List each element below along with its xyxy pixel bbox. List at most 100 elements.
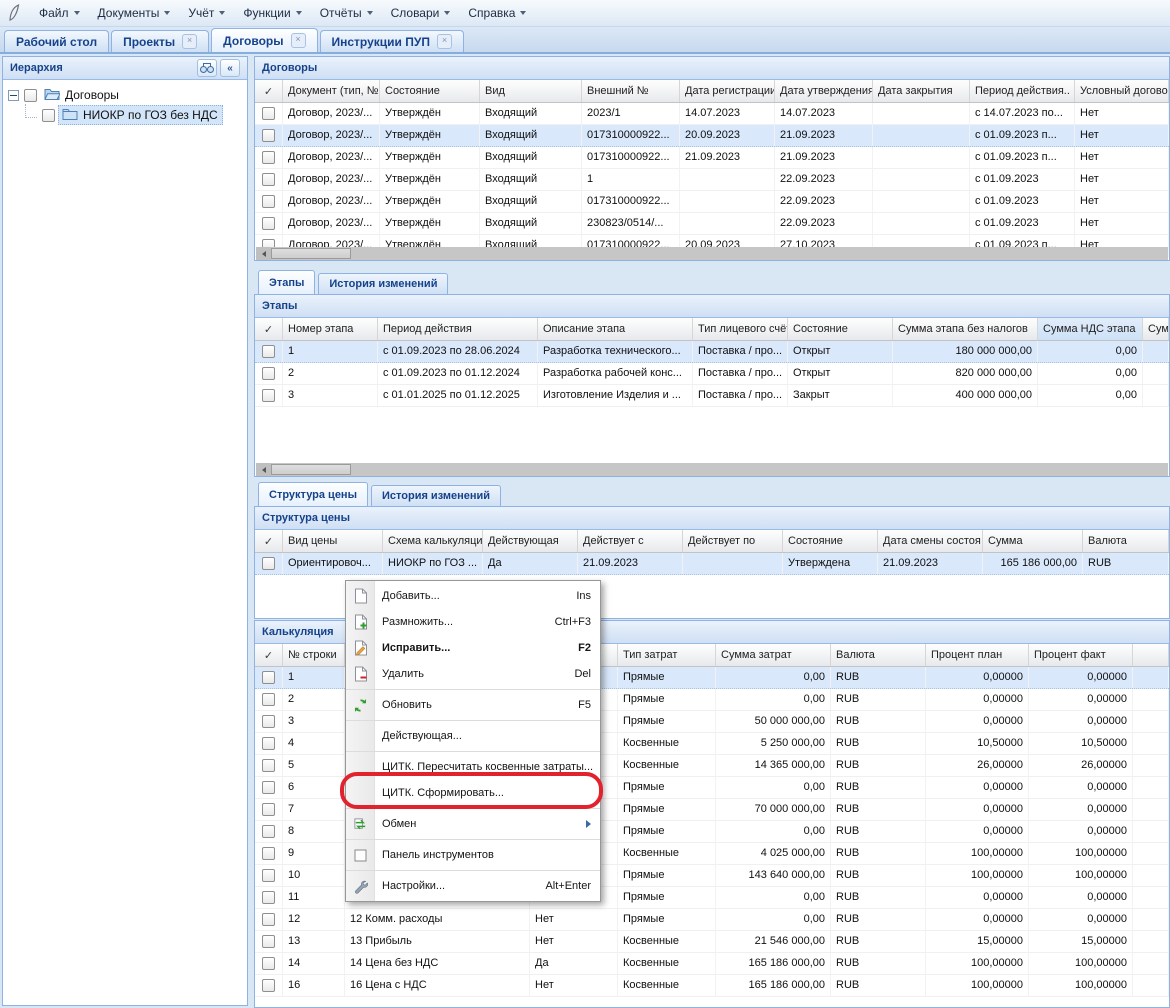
column-header[interactable]: Действующая	[483, 530, 578, 552]
tab-Проекты[interactable]: Проекты×	[111, 30, 209, 52]
row-checkbox[interactable]	[255, 777, 283, 798]
collapse-icon[interactable]: «	[220, 59, 240, 77]
row-checkbox[interactable]	[255, 169, 283, 190]
row-checkbox[interactable]	[255, 213, 283, 234]
tree-expander-icon[interactable]	[8, 90, 19, 101]
close-icon[interactable]: ×	[182, 34, 197, 49]
tab-Инструкции ПУП[interactable]: Инструкции ПУП×	[320, 30, 464, 52]
menubar-item[interactable]: Учёт	[179, 2, 234, 24]
scrollbar-thumb[interactable]	[271, 248, 351, 259]
menubar-item[interactable]: Словари	[382, 2, 460, 24]
column-header[interactable]: Процент план	[926, 644, 1029, 666]
tab-Рабочий стол[interactable]: Рабочий стол	[4, 30, 109, 52]
tree-checkbox[interactable]	[24, 89, 37, 102]
column-header[interactable]: Состояние	[380, 80, 480, 102]
table-row[interactable]: Договор, 2023/...УтверждёнВходящий017310…	[255, 191, 1169, 213]
table-row[interactable]: Договор, 2023/...УтверждёнВходящий017310…	[255, 125, 1169, 147]
column-header[interactable]: Дата закрытия	[873, 80, 970, 102]
tab-История изменений[interactable]: История изменений	[371, 485, 501, 506]
menubar-item[interactable]: Справка	[459, 2, 535, 24]
select-all-header[interactable]: ✓	[255, 644, 283, 666]
select-all-header[interactable]: ✓	[255, 318, 283, 340]
column-header[interactable]: Тип затрат	[618, 644, 716, 666]
tree-node[interactable]: НИОКР по ГОЗ без НДС	[3, 105, 247, 125]
menu-item[interactable]: УдалитьDel	[346, 661, 600, 687]
close-icon[interactable]: ×	[291, 33, 306, 48]
table-row[interactable]: 3с 01.01.2025 по 01.12.2025Изготовление …	[255, 385, 1169, 407]
column-header[interactable]: Тип лицевого счёт	[693, 318, 788, 340]
column-header[interactable]: Валюта	[1083, 530, 1169, 552]
column-header[interactable]: Номер этапа	[283, 318, 378, 340]
column-header[interactable]: Дата смены состоя	[878, 530, 983, 552]
menu-item[interactable]: Размножить...Ctrl+F3	[346, 609, 600, 635]
row-checkbox[interactable]	[255, 799, 283, 820]
select-all-header[interactable]: ✓	[255, 530, 283, 552]
table-row[interactable]: Договор, 2023/...УтверждёнВходящий017310…	[255, 147, 1169, 169]
scrollbar-thumb[interactable]	[271, 464, 351, 475]
row-checkbox[interactable]	[255, 191, 283, 212]
row-checkbox[interactable]	[255, 821, 283, 842]
menu-item[interactable]: Панель инструментов	[346, 842, 600, 868]
row-checkbox[interactable]	[255, 385, 283, 406]
column-header[interactable]: Период действия..	[970, 80, 1075, 102]
tab-Этапы[interactable]: Этапы	[258, 270, 315, 294]
column-header[interactable]: Действует с	[578, 530, 683, 552]
table-row[interactable]: Договор, 2023/...УтверждёнВходящий2023/1…	[255, 103, 1169, 125]
column-header[interactable]: Внешний №	[582, 80, 680, 102]
column-header[interactable]	[1133, 644, 1169, 666]
row-checkbox[interactable]	[255, 147, 283, 168]
column-header[interactable]: Схема калькуляци	[383, 530, 483, 552]
tab-Договоры[interactable]: Договоры×	[211, 28, 317, 52]
column-header[interactable]: Вид	[480, 80, 582, 102]
table-row[interactable]: Договор, 2023/...УтверждёнВходящий122.09…	[255, 169, 1169, 191]
tree-node[interactable]: Договоры	[3, 85, 247, 105]
column-header[interactable]: Сумм	[1143, 318, 1169, 340]
close-icon[interactable]: ×	[437, 34, 452, 49]
table-row[interactable]: 1с 01.09.2023 по 28.06.2024Разработка те…	[255, 341, 1169, 363]
row-checkbox[interactable]	[255, 667, 283, 688]
tree-checkbox[interactable]	[42, 109, 55, 122]
horizontal-scrollbar[interactable]	[256, 463, 1168, 476]
tab-История изменений[interactable]: История изменений	[318, 273, 448, 294]
column-header[interactable]: Дата регистрации.	[680, 80, 775, 102]
row-checkbox[interactable]	[255, 909, 283, 930]
row-checkbox[interactable]	[255, 125, 283, 146]
column-header[interactable]: Дата утверждения	[775, 80, 873, 102]
column-header[interactable]: Условный догово	[1075, 80, 1169, 102]
row-checkbox[interactable]	[255, 953, 283, 974]
table-row[interactable]: Ориентировоч...НИОКР по ГОЗ ...Да21.09.2…	[255, 553, 1169, 575]
column-header[interactable]: Сумма	[983, 530, 1083, 552]
menubar-item[interactable]: Файл	[30, 2, 89, 24]
menubar-item[interactable]: Отчёты	[311, 2, 382, 24]
row-checkbox[interactable]	[255, 887, 283, 908]
horizontal-scrollbar[interactable]	[256, 247, 1168, 260]
row-checkbox[interactable]	[255, 931, 283, 952]
column-header[interactable]: Действует по	[683, 530, 783, 552]
column-header[interactable]: Период действия	[378, 318, 538, 340]
column-header[interactable]: № строки	[283, 644, 345, 666]
menubar-item[interactable]: Функции	[234, 2, 310, 24]
select-all-header[interactable]: ✓	[255, 80, 283, 102]
row-checkbox[interactable]	[255, 363, 283, 384]
table-row[interactable]: 1414 Цена без НДСДаКосвенные165 186 000,…	[255, 953, 1169, 975]
row-checkbox[interactable]	[255, 689, 283, 710]
table-row[interactable]: 1212 Комм. расходыНетПрямые0,00RUB0,0000…	[255, 909, 1169, 931]
row-checkbox[interactable]	[255, 711, 283, 732]
row-checkbox[interactable]	[255, 733, 283, 754]
column-header[interactable]: Процент факт	[1029, 644, 1133, 666]
menu-item[interactable]: ЦИТК. Пересчитать косвенные затраты...	[346, 754, 600, 780]
menu-item[interactable]: Настройки...Alt+Enter	[346, 873, 600, 899]
menu-item[interactable]: Исправить...F2	[346, 635, 600, 661]
column-header[interactable]: Состояние	[788, 318, 893, 340]
column-header[interactable]: Сумма этапа без налогов	[893, 318, 1038, 340]
column-header[interactable]: Описание этапа	[538, 318, 693, 340]
column-header[interactable]: Валюта	[831, 644, 926, 666]
table-row[interactable]: 1616 Цена с НДСНетКосвенные165 186 000,0…	[255, 975, 1169, 997]
menu-item[interactable]: Добавить...Ins	[346, 583, 600, 609]
column-header[interactable]: Документ (тип, №	[283, 80, 380, 102]
table-row[interactable]: 1313 ПрибыльНетКосвенные21 546 000,00RUB…	[255, 931, 1169, 953]
row-checkbox[interactable]	[255, 341, 283, 362]
search-icon[interactable]	[197, 59, 217, 77]
menu-item[interactable]: Действующая...	[346, 723, 600, 749]
column-header[interactable]: Вид цены	[283, 530, 383, 552]
